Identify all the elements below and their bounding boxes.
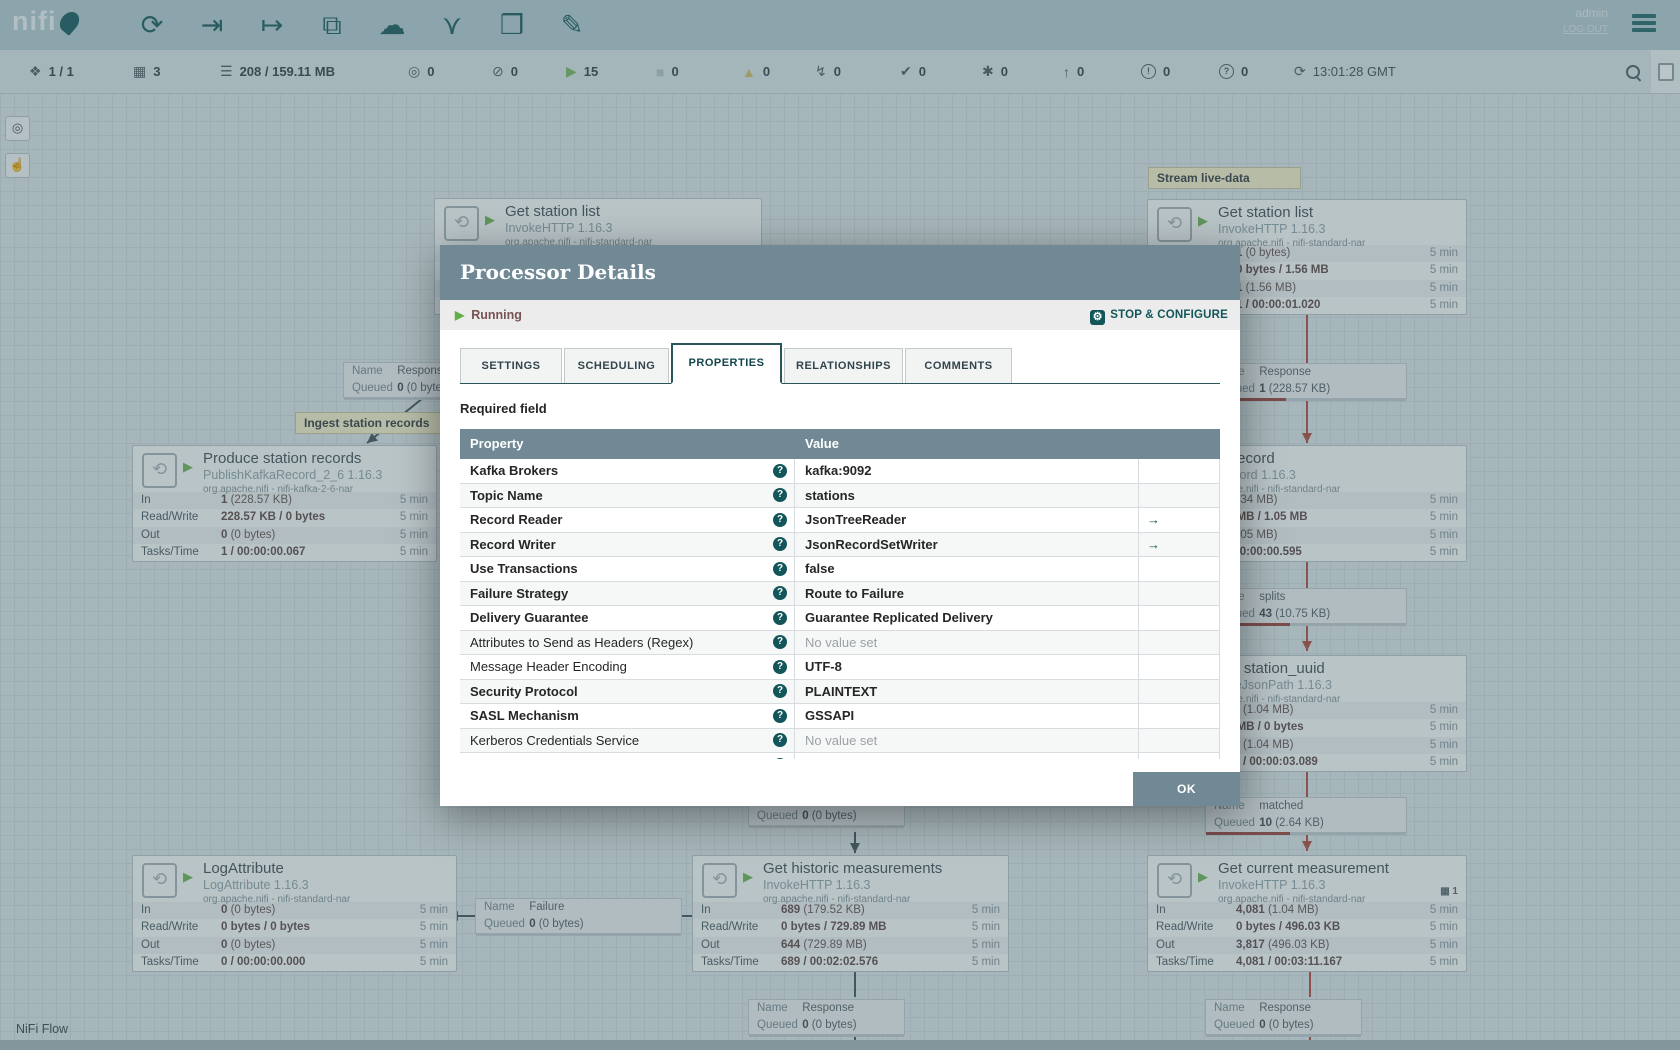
- property-actions: [1139, 483, 1220, 507]
- property-name: Record Writer?: [460, 532, 795, 556]
- property-actions: [1139, 728, 1220, 752]
- property-row: SASL Mechanism? GSSAPI: [460, 704, 1220, 729]
- properties-table: Property Value Kafka Brokers? kafka:9092 T…: [460, 429, 1220, 759]
- property-actions: [1139, 630, 1220, 654]
- property-actions: [1139, 581, 1220, 605]
- dialog-title: Processor Details: [440, 245, 1240, 300]
- property-value: No value set: [795, 753, 1139, 759]
- property-name: Message Header Encoding?: [460, 655, 795, 679]
- property-name: Kerberos Credentials Service?: [460, 728, 795, 752]
- tab-settings[interactable]: SETTINGS: [460, 348, 562, 383]
- help-icon[interactable]: ?: [773, 463, 787, 478]
- property-name: Use Transactions?: [460, 557, 795, 581]
- property-row: Failure Strategy? Route to Failure: [460, 581, 1220, 606]
- property-row: Record Writer? JsonRecordSetWriter →: [460, 532, 1220, 557]
- gear-icon: ⚙: [1090, 310, 1106, 325]
- col-value: Value: [805, 436, 839, 451]
- go-to-service-icon[interactable]: →: [1139, 532, 1220, 556]
- property-value: UTF-8: [795, 655, 1139, 679]
- tab-scheduling[interactable]: SCHEDULING: [564, 348, 669, 383]
- go-to-service-icon[interactable]: →: [1139, 508, 1220, 532]
- help-icon[interactable]: ?: [773, 537, 787, 551]
- property-row: Delivery Guarantee? Guarantee Replicated …: [460, 606, 1220, 631]
- property-value: Route to Failure: [795, 581, 1139, 605]
- help-icon[interactable]: ?: [773, 561, 787, 576]
- dialog-tabs: SETTINGS SCHEDULING PROPERTIES RELATIONSHIP…: [460, 343, 1220, 384]
- property-actions: [1139, 753, 1220, 759]
- run-status: ▶ Running: [455, 308, 522, 322]
- property-name: Delivery Guarantee?: [460, 606, 795, 630]
- property-actions: [1139, 704, 1220, 728]
- tab-properties[interactable]: PROPERTIES: [671, 343, 782, 384]
- property-value: kafka:9092: [795, 459, 1139, 483]
- property-row: Use Transactions? false: [460, 557, 1220, 582]
- property-value: JsonRecordSetWriter: [795, 532, 1139, 556]
- help-icon[interactable]: ?: [773, 757, 787, 759]
- property-value: stations: [795, 483, 1139, 507]
- help-icon[interactable]: ?: [773, 733, 787, 747]
- help-icon[interactable]: ?: [773, 512, 787, 527]
- processor-details-dialog: Processor Details ▶ Running ⚙ STOP & CONFI…: [440, 245, 1240, 806]
- properties-table-header: Property Value: [460, 429, 1220, 459]
- stop-and-configure-button[interactable]: ⚙ STOP & CONFIGURE: [1090, 300, 1228, 330]
- running-icon: ▶: [455, 308, 465, 322]
- property-name: Topic Name?: [460, 483, 795, 507]
- help-icon[interactable]: ?: [773, 659, 787, 674]
- property-row: Topic Name? stations: [460, 483, 1220, 508]
- property-value: Guarantee Replicated Delivery: [795, 606, 1139, 630]
- property-name: Security Protocol?: [460, 679, 795, 703]
- property-value: GSSAPI: [795, 704, 1139, 728]
- col-property: Property: [470, 436, 524, 451]
- help-icon[interactable]: ?: [773, 586, 787, 600]
- property-actions: [1139, 655, 1220, 679]
- property-name: Record Reader?: [460, 508, 795, 532]
- property-name: Attributes to Send as Headers (Regex)?: [460, 630, 795, 654]
- help-icon[interactable]: ?: [773, 708, 787, 723]
- property-row: Record Reader? JsonTreeReader →: [460, 508, 1220, 533]
- property-value: JsonTreeReader: [795, 508, 1139, 532]
- required-field-note: Required field: [460, 401, 547, 416]
- property-value: PLAINTEXT: [795, 679, 1139, 703]
- property-name: Kerberos User Service?: [460, 753, 795, 759]
- help-icon[interactable]: ?: [773, 488, 787, 502]
- property-row: Kafka Brokers? kafka:9092: [460, 459, 1220, 484]
- help-icon[interactable]: ?: [773, 610, 787, 625]
- property-actions: [1139, 606, 1220, 630]
- property-name: SASL Mechanism?: [460, 704, 795, 728]
- property-row: Kerberos Credentials Service? No value se…: [460, 728, 1220, 753]
- property-actions: [1139, 679, 1220, 703]
- property-row: Kerberos User Service?No value set: [460, 753, 1220, 759]
- tab-comments[interactable]: COMMENTS: [905, 348, 1012, 383]
- property-row: Attributes to Send as Headers (Regex)? No…: [460, 630, 1220, 655]
- tab-relationships[interactable]: RELATIONSHIPS: [784, 348, 903, 383]
- property-row: Message Header Encoding? UTF-8: [460, 655, 1220, 680]
- property-name: Kafka Brokers?: [460, 459, 795, 483]
- property-value: No value set: [795, 728, 1139, 752]
- property-actions: [1139, 459, 1220, 483]
- help-icon[interactable]: ?: [773, 684, 787, 698]
- property-actions: [1139, 557, 1220, 581]
- help-icon[interactable]: ?: [773, 635, 787, 649]
- property-row: Security Protocol? PLAINTEXT: [460, 679, 1220, 704]
- property-value: No value set: [795, 630, 1139, 654]
- ok-button[interactable]: OK: [1133, 772, 1240, 806]
- property-value: false: [795, 557, 1139, 581]
- property-name: Failure Strategy?: [460, 581, 795, 605]
